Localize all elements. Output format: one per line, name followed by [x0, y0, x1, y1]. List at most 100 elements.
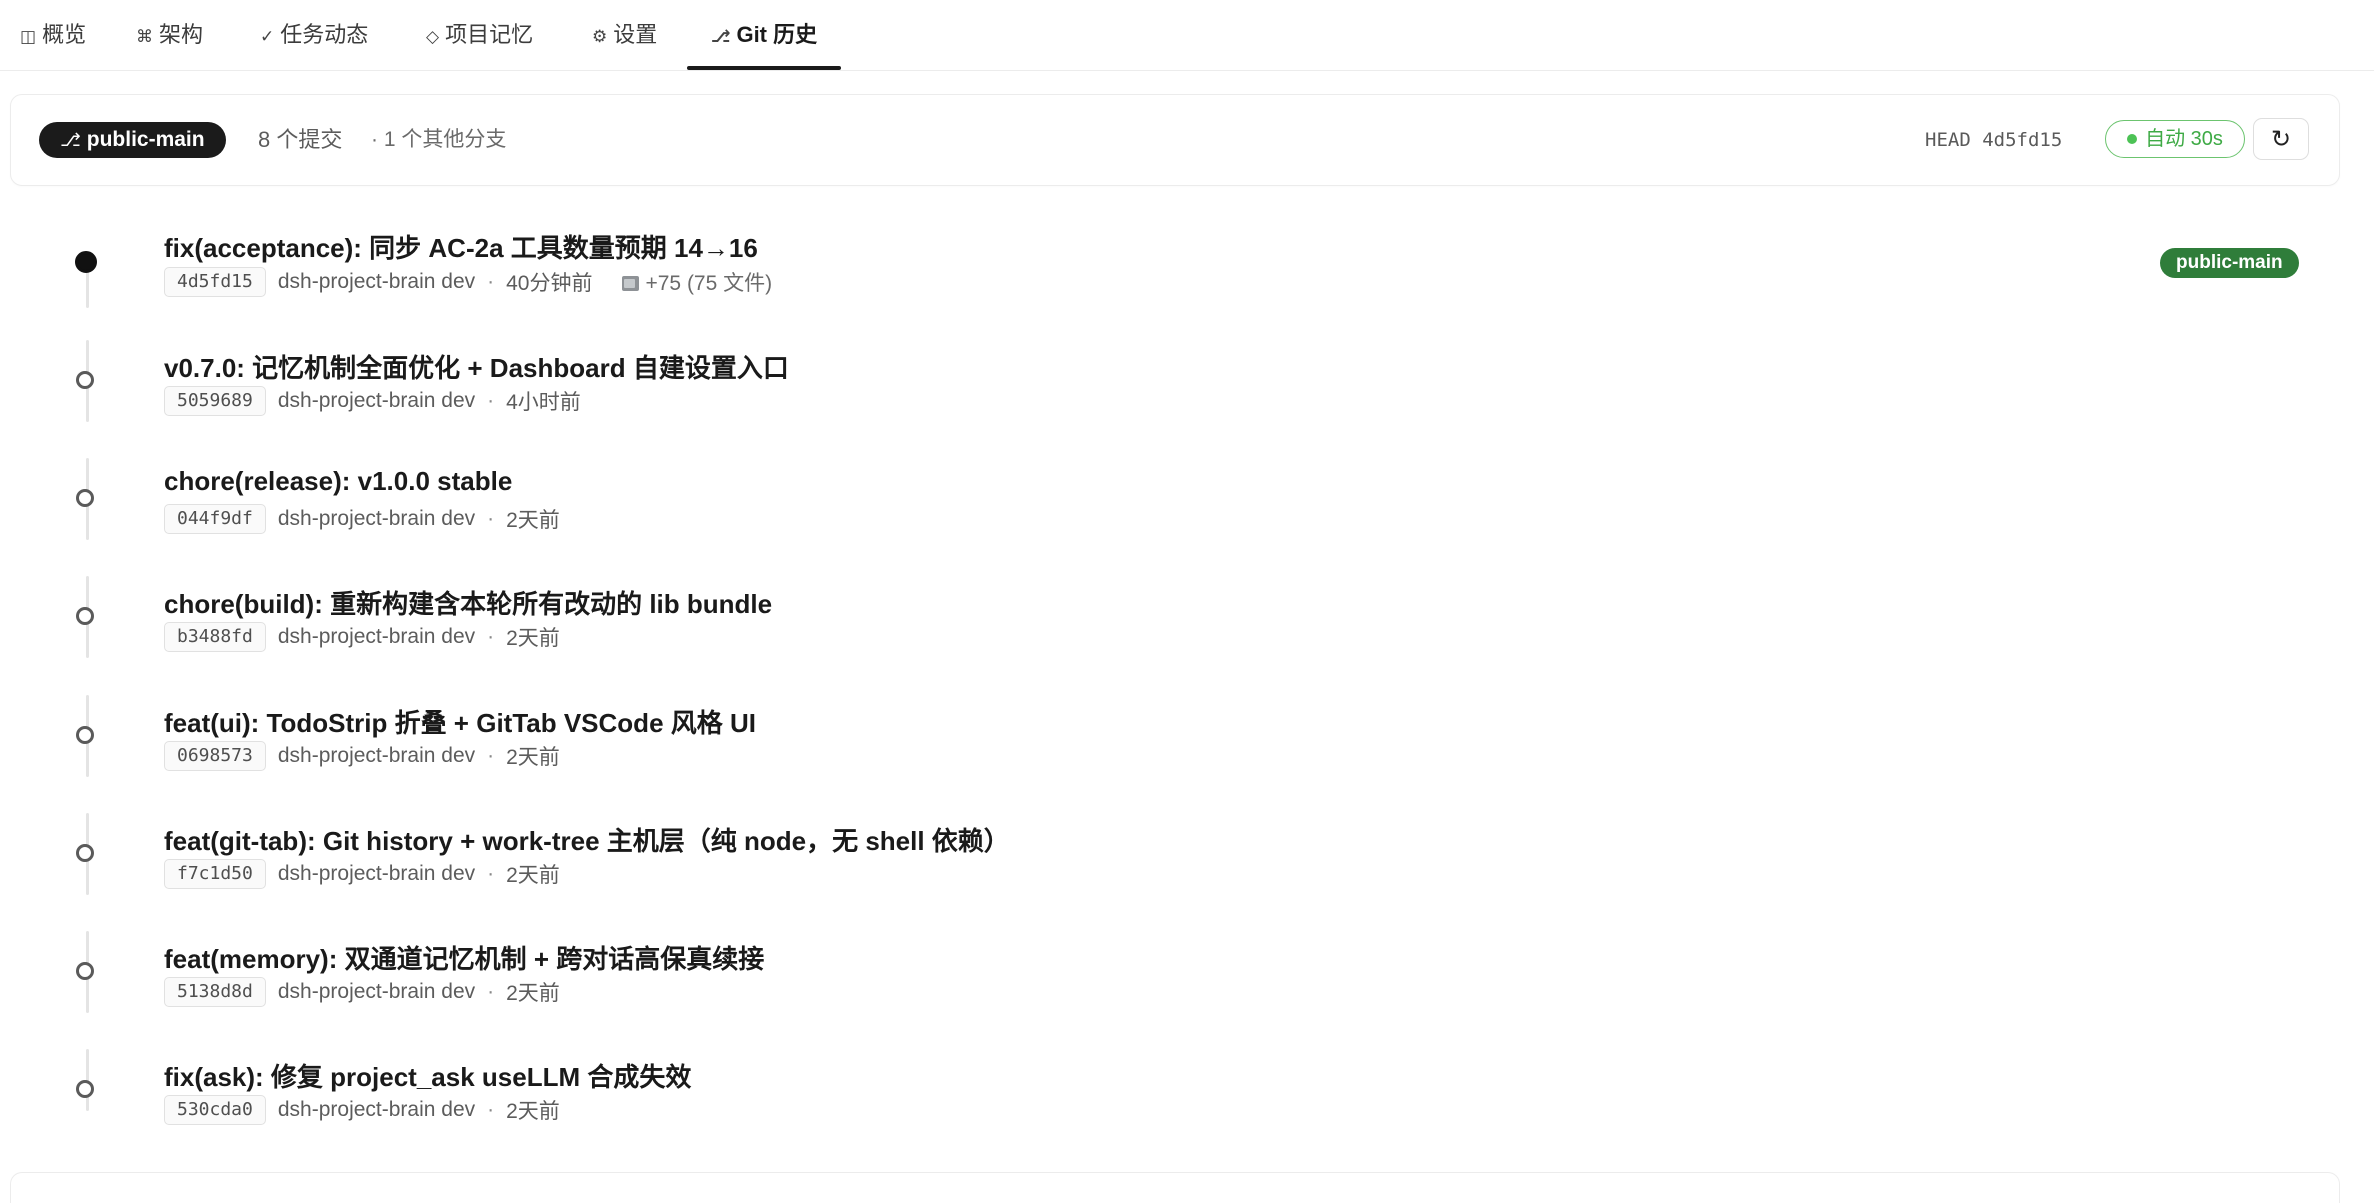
tab-label: 设置 [613, 22, 658, 47]
branch-icon: ⎇ [60, 130, 81, 151]
commit-time: 2天前 [506, 509, 560, 532]
commit-title[interactable]: fix(acceptance): 同步 AC-2a 工具数量预期 14→16 [164, 228, 758, 265]
commit-title[interactable]: feat(git-tab): Git history + work-tree 主… [164, 821, 1010, 858]
tab-label: 架构 [159, 22, 204, 47]
commit-node-icon [76, 844, 94, 862]
auto-refresh-toggle[interactable]: 自动 30s [2105, 120, 2245, 158]
commit-row[interactable]: feat(git-tab): Git history + work-tree 主… [0, 801, 2374, 919]
commit-time: 2天前 [506, 746, 560, 769]
tab-label: Git 历史 [736, 22, 818, 47]
commit-count: 8 个提交 [258, 127, 343, 152]
gear-icon: ⚙ [592, 27, 608, 47]
commit-author: dsh-project-brain dev [277, 389, 476, 412]
commit-hash[interactable]: 5059689 [164, 386, 266, 416]
commit-author: dsh-project-brain dev [277, 862, 476, 885]
changed-files-label: +75 (75 文件) [645, 272, 773, 295]
commit-author: dsh-project-brain dev [277, 507, 476, 530]
meta-separator: · [487, 270, 495, 293]
commit-time: 4小时前 [506, 391, 581, 414]
commit-meta: 0698573 dsh-project-brain dev · 2天前 [164, 741, 560, 771]
meta-separator: · [487, 862, 495, 885]
next-panel-edge [10, 1172, 2340, 1203]
commit-node-icon [76, 1080, 94, 1098]
check-icon: ✓ [260, 27, 275, 47]
meta-separator: · [487, 744, 495, 767]
commit-author: dsh-project-brain dev [277, 625, 476, 648]
commit-node-icon [76, 371, 94, 389]
commit-hash[interactable]: b3488fd [164, 622, 266, 652]
meta-separator: · [487, 1098, 495, 1121]
commit-row[interactable]: feat(memory): 双通道记忆机制 + 跨对话高保真续接 5138d8d… [0, 919, 2374, 1037]
meta-separator: · [487, 507, 495, 530]
commit-node-icon [76, 607, 94, 625]
diamond-icon: ◇ [426, 27, 440, 47]
commit-row[interactable]: chore(build): 重新构建含本轮所有改动的 lib bundle b3… [0, 564, 2374, 682]
branch-icon: ⎇ [710, 27, 731, 47]
overview-icon: ◫ [20, 27, 37, 47]
commit-row[interactable]: fix(ask): 修复 project_ask useLLM 合成失效 530… [0, 1037, 2374, 1155]
commit-title[interactable]: chore(release): v1.0.0 stable [164, 466, 512, 497]
tab-label: 概览 [42, 22, 87, 47]
commit-node-icon [75, 251, 97, 273]
auto-refresh-label: 自动 30s [2145, 128, 2223, 150]
branch-name: public-main [86, 128, 205, 151]
commit-title[interactable]: feat(memory): 双通道记忆机制 + 跨对话高保真续接 [164, 939, 764, 976]
meta-separator: · [487, 389, 495, 412]
commit-node-icon [76, 489, 94, 507]
commit-title[interactable]: fix(ask): 修复 project_ask useLLM 合成失效 [164, 1057, 691, 1094]
commit-title[interactable]: feat(ui): TodoStrip 折叠 + GitTab VSCode 风… [164, 703, 756, 740]
commit-author: dsh-project-brain dev [277, 980, 476, 1003]
tab-bar: ◫ 概览 ⌘ 架构 ✓ 任务动态 ◇ 项目记忆 ⚙ 设置 ⎇ Git 历史 [0, 0, 2374, 71]
commit-row[interactable]: v0.7.0: 记忆机制全面优化 + Dashboard 自建设置入口 5059… [0, 328, 2374, 446]
tab-label: 项目记忆 [445, 22, 534, 47]
commit-row[interactable]: fix(acceptance): 同步 AC-2a 工具数量预期 14→16 4… [0, 210, 2374, 328]
current-branch-pill[interactable]: ⎇ public-main [39, 122, 226, 158]
commit-hash[interactable]: 5138d8d [164, 977, 266, 1007]
commit-row[interactable]: feat(ui): TodoStrip 折叠 + GitTab VSCode 风… [0, 683, 2374, 801]
branch-ref-badge: public-main [2160, 248, 2299, 278]
refresh-icon: ↻ [2270, 125, 2292, 153]
commit-meta: 5138d8d dsh-project-brain dev · 2天前 [164, 977, 560, 1007]
commit-author: dsh-project-brain dev [277, 744, 476, 767]
tab-overview[interactable]: ◫ 概览 [20, 0, 86, 70]
commit-meta: 4d5fd15 dsh-project-brain dev · 40分钟前 +75 (7… [164, 267, 772, 297]
folder-icon [622, 276, 640, 291]
commit-hash[interactable]: f7c1d50 [164, 859, 266, 889]
commit-title[interactable]: chore(build): 重新构建含本轮所有改动的 lib bundle [164, 584, 772, 621]
tab-label: 任务动态 [280, 22, 369, 47]
commit-hash[interactable]: 530cda0 [164, 1095, 266, 1125]
commit-author: dsh-project-brain dev [277, 270, 476, 293]
commit-hash[interactable]: 044f9df [164, 504, 266, 534]
command-icon: ⌘ [136, 27, 153, 47]
tab-settings[interactable]: ⚙ 设置 [592, 0, 657, 70]
tab-git-history[interactable]: ⎇ Git 历史 [687, 0, 841, 70]
head-commit-label: HEAD 4d5fd15 [1925, 129, 2063, 151]
changed-files[interactable]: +75 (75 文件) [622, 272, 772, 295]
commit-time: 2天前 [506, 982, 560, 1005]
commit-meta: b3488fd dsh-project-brain dev · 2天前 [164, 622, 560, 652]
commit-meta: f7c1d50 dsh-project-brain dev · 2天前 [164, 859, 560, 889]
meta-separator: · [487, 980, 495, 1003]
commit-row[interactable]: chore(release): v1.0.0 stable 044f9df dsh… [0, 446, 2374, 564]
commit-node-icon [76, 726, 94, 744]
commit-meta: 530cda0 dsh-project-brain dev · 2天前 [164, 1095, 560, 1125]
branch-summary-card: ⎇ public-main 8 个提交 · 1 个其他分支 HEAD 4d5fd1… [10, 94, 2340, 186]
tab-task-activity[interactable]: ✓ 任务动态 [260, 0, 368, 70]
status-dot-icon [2127, 134, 2138, 144]
refresh-button[interactable]: ↻ [2253, 118, 2309, 160]
commit-title[interactable]: v0.7.0: 记忆机制全面优化 + Dashboard 自建设置入口 [164, 348, 789, 385]
commit-meta: 5059689 dsh-project-brain dev · 4小时前 [164, 386, 581, 416]
tab-architecture[interactable]: ⌘ 架构 [136, 0, 203, 70]
commit-time: 2天前 [506, 627, 560, 650]
commit-hash[interactable]: 4d5fd15 [164, 267, 266, 297]
commit-node-icon [76, 962, 94, 980]
tab-project-memory[interactable]: ◇ 项目记忆 [426, 0, 533, 70]
other-branches-count[interactable]: · 1 个其他分支 [371, 122, 506, 158]
commit-author: dsh-project-brain dev [277, 1098, 476, 1121]
commit-time: 40分钟前 [506, 272, 593, 295]
commit-time: 2天前 [506, 864, 560, 887]
commit-hash[interactable]: 0698573 [164, 741, 266, 771]
meta-separator: · [487, 625, 495, 648]
commit-time: 2天前 [506, 1100, 560, 1123]
commit-meta: 044f9df dsh-project-brain dev · 2天前 [164, 504, 560, 534]
